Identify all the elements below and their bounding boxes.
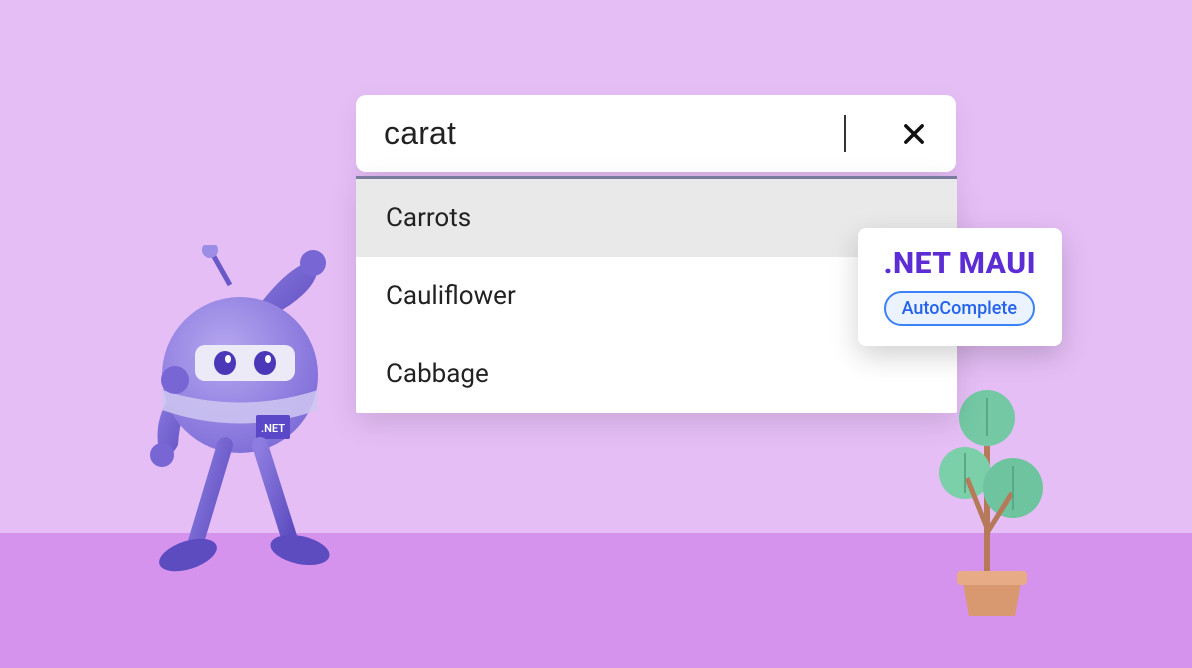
product-badge: .NET MAUI AutoComplete <box>858 228 1062 346</box>
search-box <box>356 95 956 172</box>
badge-title: .NET MAUI <box>884 246 1036 281</box>
suggestion-item[interactable]: Cabbage <box>356 335 957 413</box>
search-input[interactable] <box>384 115 846 152</box>
badge-pill: AutoComplete <box>884 291 1035 326</box>
decorative-plant <box>927 378 1057 618</box>
clear-icon[interactable] <box>900 120 928 148</box>
robot-mascot: .NET <box>140 245 370 585</box>
svg-text:.NET: .NET <box>261 422 285 435</box>
